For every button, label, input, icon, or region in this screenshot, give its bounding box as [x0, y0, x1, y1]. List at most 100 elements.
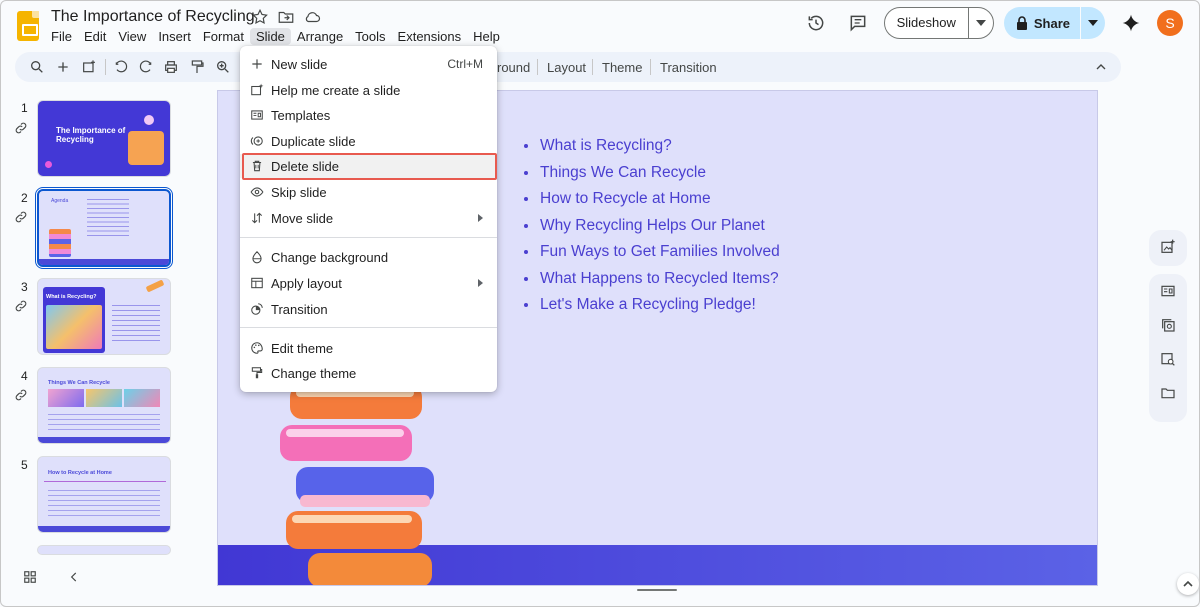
- templates-panel-icon[interactable]: [1149, 274, 1187, 308]
- menu-item-label: Apply layout: [271, 276, 342, 291]
- menu-item-label: Transition: [271, 302, 328, 317]
- comments-icon[interactable]: [842, 7, 874, 39]
- menu-edit[interactable]: Edit: [78, 28, 112, 45]
- search-menus-icon[interactable]: [27, 57, 47, 77]
- templates-icon: [250, 108, 264, 122]
- menu-item-shortcut: Ctrl+M: [447, 57, 483, 71]
- share-dropdown-chevron-icon[interactable]: [1081, 7, 1105, 39]
- menu-item-change-theme[interactable]: Change theme: [240, 361, 497, 385]
- slide-number: 4: [21, 369, 28, 383]
- agenda-item: Fun Ways to Get Families Involved: [524, 239, 780, 266]
- share-main[interactable]: Share: [1004, 7, 1081, 39]
- gemini-sparkle-icon[interactable]: [1115, 7, 1147, 39]
- drive-folder-panel-icon[interactable]: [1149, 376, 1187, 410]
- explore-chevron-icon[interactable]: [1177, 573, 1199, 595]
- thumb-title: What is Recycling?: [46, 294, 97, 300]
- copy-slides-panel-icon[interactable]: [1149, 308, 1187, 342]
- submenu-arrow-icon: [478, 279, 483, 287]
- delete-slide-highlight-box: [242, 153, 497, 180]
- menu-extensions[interactable]: Extensions: [392, 28, 468, 45]
- menu-view[interactable]: View: [112, 28, 152, 45]
- slideshow-dropdown-chevron-icon[interactable]: [969, 8, 993, 38]
- thumb-title: Things We Can Recycle: [48, 380, 110, 386]
- menu-item-duplicate-slide[interactable]: Duplicate slide: [240, 129, 497, 153]
- paint-format-icon[interactable]: [187, 57, 207, 77]
- slide-thumbnail-6[interactable]: [37, 545, 171, 555]
- move-folder-icon[interactable]: [277, 8, 295, 26]
- menu-help[interactable]: Help: [467, 28, 506, 45]
- cloud-saved-icon[interactable]: [303, 8, 321, 26]
- menu-item-label: Move slide: [271, 211, 334, 226]
- share-button[interactable]: Share: [1003, 7, 1105, 39]
- menu-format[interactable]: Format: [197, 28, 250, 45]
- paint-roller-icon: [250, 366, 264, 380]
- print-icon[interactable]: [161, 57, 181, 77]
- menu-item-edit-theme[interactable]: Edit theme: [240, 336, 497, 360]
- menu-insert[interactable]: Insert: [152, 28, 197, 45]
- slide-thumbnail-3[interactable]: What is Recycling?: [37, 278, 171, 355]
- menu-tools[interactable]: Tools: [349, 28, 391, 45]
- agenda-item: What Happens to Recycled Items?: [524, 266, 780, 293]
- new-slide-layout-icon[interactable]: [79, 57, 99, 77]
- menu-item-new-slide[interactable]: New slide Ctrl+M: [240, 52, 497, 76]
- menu-file[interactable]: File: [45, 28, 78, 45]
- speaker-notes-drag-handle[interactable]: [637, 589, 677, 591]
- grid-view-icon[interactable]: [23, 570, 37, 584]
- undo-icon[interactable]: [111, 57, 131, 77]
- menu-item-apply-layout[interactable]: Apply layout: [240, 271, 497, 295]
- slide-thumbnail-1[interactable]: The Importance of Recycling: [37, 100, 171, 177]
- title-actions: [251, 8, 321, 26]
- thumb-title: Agenda: [51, 198, 69, 204]
- redo-icon[interactable]: [136, 57, 156, 77]
- zoom-icon[interactable]: [213, 57, 233, 77]
- version-history-icon[interactable]: [800, 7, 832, 39]
- slide-thumbnail-2[interactable]: Agenda: [35, 187, 173, 269]
- menu-item-transition[interactable]: Transition: [240, 297, 497, 321]
- agenda-item: What is Recycling?: [524, 133, 780, 160]
- agenda-item: Why Recycling Helps Our Planet: [524, 213, 780, 240]
- menu-item-move-slide[interactable]: Move slide: [240, 206, 497, 230]
- add-image-panel-icon[interactable]: [1149, 230, 1187, 264]
- slideshow-label[interactable]: Slideshow: [885, 8, 969, 38]
- menu-item-label: Edit theme: [271, 341, 334, 356]
- new-slide-plus-icon[interactable]: [53, 57, 73, 77]
- thumb-title: The Importance of Recycling: [56, 126, 126, 144]
- slide-menu-dropdown: New slide Ctrl+M Help me create a slide …: [240, 46, 497, 392]
- eye-icon: [250, 185, 264, 199]
- account-avatar[interactable]: S: [1157, 10, 1183, 36]
- slide-thumbnail-4[interactable]: Things We Can Recycle: [37, 367, 171, 444]
- star-icon[interactable]: [251, 8, 269, 26]
- menu-item-label: Change background: [271, 250, 389, 265]
- menu-item-templates[interactable]: Templates: [240, 103, 497, 127]
- theme-button[interactable]: Theme: [602, 60, 642, 75]
- link-icon[interactable]: [14, 299, 28, 313]
- thumb-title: How to Recycle at Home: [48, 470, 112, 476]
- layout-button[interactable]: Layout: [547, 60, 586, 75]
- background-button[interactable]: round: [497, 60, 530, 75]
- slides-logo-icon[interactable]: [17, 11, 39, 41]
- link-icon[interactable]: [14, 121, 28, 135]
- link-icon[interactable]: [14, 210, 28, 224]
- filmstrip-controls: [23, 570, 81, 584]
- submenu-arrow-icon: [478, 214, 483, 222]
- transition-icon: [250, 302, 264, 316]
- agenda-item: Let's Make a Recycling Pledge!: [524, 292, 780, 319]
- slideshow-button[interactable]: Slideshow: [883, 7, 994, 39]
- share-label: Share: [1033, 15, 1070, 31]
- collapse-filmstrip-chevron-left-icon[interactable]: [67, 570, 81, 584]
- document-title[interactable]: The Importance of Recycling: [51, 8, 255, 26]
- collapse-toolbar-chevron-up-icon[interactable]: [1091, 57, 1111, 77]
- menu-arrange[interactable]: Arrange: [291, 28, 349, 45]
- menu-slide[interactable]: Slide: [250, 28, 291, 45]
- image-search-panel-icon[interactable]: [1149, 342, 1187, 376]
- menu-item-skip-slide[interactable]: Skip slide: [240, 180, 497, 204]
- link-icon[interactable]: [14, 388, 28, 402]
- menu-item-label: Help me create a slide: [271, 83, 401, 98]
- slide-thumbnail-5[interactable]: How to Recycle at Home: [37, 456, 171, 533]
- menu-item-help-me-create[interactable]: Help me create a slide: [240, 78, 497, 102]
- menu-item-change-background[interactable]: Change background: [240, 245, 497, 269]
- paint-drop-icon: [250, 250, 264, 264]
- menu-item-label: Templates: [271, 108, 331, 123]
- transition-button[interactable]: Transition: [660, 60, 717, 75]
- app-window: The Importance of Recycling File Edit Vi…: [0, 0, 1200, 607]
